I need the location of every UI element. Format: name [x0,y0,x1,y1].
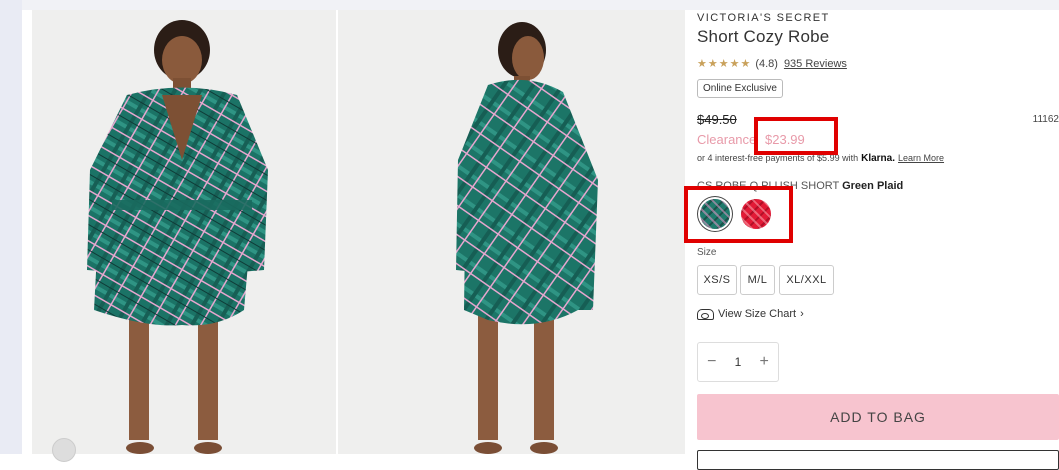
reviews-link[interactable]: 935 Reviews [784,58,847,70]
swatch-green-plaid[interactable] [700,199,730,229]
klarna-text: or 4 interest-free payments of $5.99 wit… [697,153,859,163]
style-code: CS ROBE Q PLUSH SHORT [697,180,840,192]
product-photo-back[interactable] [338,10,685,454]
original-price: $49.50 [697,112,737,127]
size-option-m-l[interactable]: M/L [740,265,775,295]
size-option-xl-xxl[interactable]: XL/XXL [779,265,834,295]
style-color-row: CS ROBE Q PLUSH SHORT Green Plaid [697,180,903,192]
plus-icon[interactable]: + [760,353,769,371]
chevron-right-icon: › [800,308,804,320]
size-chart-label: View Size Chart [718,308,797,320]
robe-front-illustration [32,10,336,454]
clearance-price: $23.99 [765,132,805,147]
size-chart-link[interactable]: View Size Chart › [697,308,804,320]
secondary-action-button[interactable] [697,450,1059,470]
klarna-learn-more-link[interactable]: Learn More [898,153,944,163]
product-title: Short Cozy Robe [697,27,830,46]
add-to-bag-button[interactable]: ADD TO BAG [697,394,1059,440]
top-band [22,0,1059,10]
rating-stars-icon: ★★★★★ [697,58,752,70]
clearance-label: Clearance [697,132,757,147]
left-rail [0,0,22,454]
gallery-nav-dot[interactable] [52,438,76,462]
product-sku: 11162 [1032,114,1059,125]
quantity-value: 1 [734,355,742,369]
online-exclusive-badge: Online Exclusive [697,79,783,98]
product-info-panel: VICTORIA'S SECRET Short Cozy Robe ★★★★★ … [684,10,1059,470]
selected-color-name: Green Plaid [842,180,904,192]
minus-icon[interactable]: − [707,353,716,371]
brand-name: VICTORIA'S SECRET [697,12,830,24]
robe-back-illustration [338,10,685,454]
product-photo-front[interactable] [32,10,336,454]
quantity-stepper: − 1 + [697,342,779,382]
swatch-red-plaid[interactable] [741,199,771,229]
size-option-xs-s[interactable]: XS/S [697,265,737,295]
klarna-logo: Klarna. [861,153,895,164]
product-gallery [30,10,685,462]
klarna-row: or 4 interest-free payments of $5.99 wit… [697,153,944,164]
size-label: Size [697,247,717,258]
rating-value: (4.8) [755,57,778,70]
rating-row: ★★★★★ (4.8) 935 Reviews [697,57,847,71]
measuring-tape-icon [697,308,714,320]
